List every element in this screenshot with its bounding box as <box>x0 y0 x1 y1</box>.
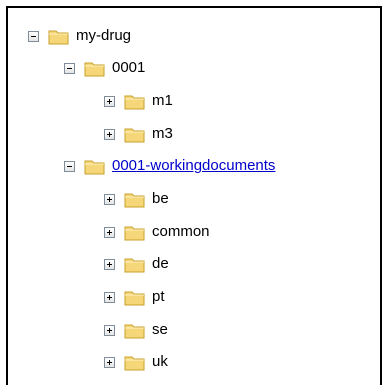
tree-node-link-label[interactable]: 0001-workingdocuments <box>112 157 275 175</box>
tree-node-my-drug[interactable]: my-drug <box>28 22 131 50</box>
minus-box-icon[interactable] <box>64 160 75 172</box>
tree-node-common[interactable]: common <box>104 218 210 246</box>
tree-node-label: be <box>152 190 169 207</box>
tree-node-label: 0001 <box>112 59 146 76</box>
tree-node-label: de <box>152 255 169 272</box>
tree-node-label: my-drug <box>76 27 132 44</box>
folder-icon <box>124 126 146 143</box>
tree-node-de[interactable]: de <box>104 250 169 278</box>
tree-node-label: se <box>152 321 168 338</box>
tree-node-0001[interactable]: 0001 <box>64 54 145 82</box>
folder-icon <box>124 191 146 208</box>
tree-node-be[interactable]: be <box>104 185 169 213</box>
tree-node-pt[interactable]: pt <box>104 283 165 311</box>
tree-node-m3[interactable]: m3 <box>104 120 173 148</box>
plus-box-icon[interactable] <box>104 226 115 238</box>
plus-box-icon[interactable] <box>104 95 115 107</box>
tree-node-m1[interactable]: m1 <box>104 87 173 115</box>
folder-icon <box>84 60 106 77</box>
tree-node-label: m3 <box>152 125 173 142</box>
plus-box-icon[interactable] <box>104 291 115 303</box>
folder-icon <box>48 28 70 45</box>
tree-node-se[interactable]: se <box>104 316 168 344</box>
folder-icon <box>124 224 146 241</box>
folder-icon <box>124 322 146 339</box>
minus-box-icon[interactable] <box>28 30 39 42</box>
folder-icon <box>124 93 146 110</box>
plus-box-icon[interactable] <box>104 193 115 205</box>
folder-tree-panel: my-drug 0001 m1 m3 0001-workingdocuments… <box>6 6 382 385</box>
tree-node-label: pt <box>152 288 165 305</box>
tree-node-label: common <box>152 223 210 240</box>
plus-box-icon[interactable] <box>104 324 115 336</box>
plus-box-icon[interactable] <box>104 258 115 270</box>
folder-icon <box>124 289 146 306</box>
tree-node-0001-workingdocuments[interactable]: 0001-workingdocuments <box>64 152 275 180</box>
plus-box-icon[interactable] <box>104 356 115 368</box>
tree-node-label: uk <box>152 353 168 370</box>
plus-box-icon[interactable] <box>104 128 115 140</box>
folder-icon <box>124 354 146 371</box>
folder-icon <box>124 256 146 273</box>
tree-node-label: m1 <box>152 92 173 109</box>
tree-node-uk[interactable]: uk <box>104 348 168 376</box>
minus-box-icon[interactable] <box>64 62 75 74</box>
folder-icon <box>84 158 106 175</box>
